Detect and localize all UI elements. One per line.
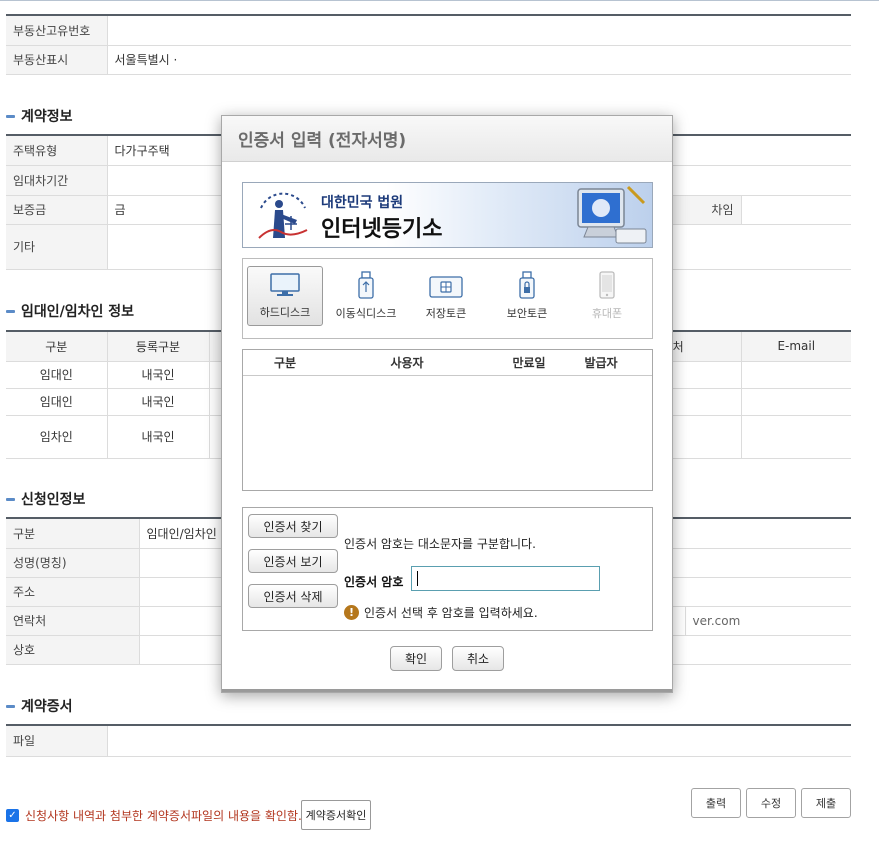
cert-col-user: 사용자 (390, 356, 424, 370)
text-caret (417, 571, 418, 586)
file-label: 파일 (6, 725, 108, 757)
rent-value (741, 195, 851, 225)
section-marker (6, 497, 15, 501)
cert-col-issuer: 발급자 (584, 356, 618, 370)
cert-col-type: 구분 (273, 356, 297, 370)
media-hard-disk[interactable]: 하드디스크 (247, 266, 323, 326)
computer-illustration-icon (577, 185, 647, 244)
court-banner: 대한민국 법원 인터넷등기소 (242, 182, 653, 248)
media-label: 저장토큰 (425, 307, 467, 320)
section-title-applicant: 신청인정보 (6, 489, 85, 509)
contract-doc-table: 파일 (6, 724, 851, 757)
unique-no-label: 부동산고유번호 (6, 15, 108, 46)
property-display-label: 부동산표시 (6, 45, 108, 75)
section-marker (6, 114, 15, 118)
password-warning: ! 인증서 선택 후 암호를 입력하세요. (344, 604, 538, 621)
etc-label: 기타 (6, 224, 108, 270)
section-title-parties: 임대인/임차인 정보 (6, 301, 134, 321)
case-sensitivity-note: 인증서 암호는 대소문자를 구분합니다. (344, 537, 536, 551)
cancel-button[interactable]: 취소 (452, 646, 504, 671)
storage-media-selector: 하드디스크 이동식디스크 저장토큰 보안토큰 휴대폰 (242, 258, 653, 339)
print-button[interactable]: 출력 (691, 788, 741, 818)
media-storage-token[interactable]: 저장토큰 (408, 266, 484, 326)
banner-line2: 인터넷등기소 (321, 217, 443, 242)
col-email: E-mail (741, 331, 851, 362)
find-certificate-button[interactable]: 인증서 찾기 (248, 514, 338, 538)
security-token-icon (519, 271, 535, 299)
warning-icon: ! (344, 605, 359, 620)
certificate-dialog: 인증서 입력 (전자서명) 대한민국 법원 인터넷등기소 하드디스크 이동식디스… (221, 115, 673, 693)
party-reg: 내국인 (107, 415, 210, 459)
view-certificate-button[interactable]: 인증서 보기 (248, 549, 338, 573)
file-value[interactable] (107, 725, 851, 757)
applicant-company-label: 상호 (6, 635, 140, 665)
banner-line1: 대한민국 법원 (321, 195, 404, 211)
party-type: 임차인 (6, 415, 108, 459)
usb-drive-icon (358, 271, 374, 299)
mobile-phone-icon (599, 271, 615, 299)
applicant-address-label: 주소 (6, 577, 140, 607)
party-type: 임대인 (6, 388, 108, 416)
agree-row: ✓ 신청사항 내역과 첨부한 계약증서파일의 내용을 확인함. (6, 807, 302, 824)
media-label: 하드디스크 (259, 306, 311, 319)
confirm-contract-doc-button[interactable]: 계약증서확인 (301, 800, 371, 830)
certificate-list-header: 구분 사용자 만료일 발급자 (243, 350, 652, 376)
col-reg: 등록구분 (107, 331, 210, 362)
period-label: 임대차기간 (6, 165, 108, 196)
section-marker (6, 704, 15, 708)
submit-button[interactable]: 제출 (801, 788, 851, 818)
section-title-contract: 계약정보 (6, 106, 73, 126)
party-reg: 내국인 (107, 388, 210, 416)
agree-checkbox[interactable]: ✓ (6, 809, 19, 822)
party-reg: 내국인 (107, 361, 210, 389)
warning-text: 인증서 선택 후 암호를 입력하세요. (364, 606, 538, 620)
delete-certificate-button[interactable]: 인증서 삭제 (248, 584, 338, 608)
top-divider (0, 0, 879, 1)
applicant-contact-label: 연락처 (6, 606, 140, 636)
property-display-value: 서울특별시 · (107, 45, 851, 75)
house-type-label: 주택유형 (6, 135, 108, 166)
certificate-list[interactable]: 구분 사용자 만료일 발급자 (242, 349, 653, 491)
applicant-type-label: 구분 (6, 518, 140, 549)
party-type: 임대인 (6, 361, 108, 389)
dialog-bottom-border (222, 689, 672, 692)
media-label: 이동식디스크 (335, 307, 397, 320)
certificate-password-input[interactable] (411, 566, 600, 591)
applicant-email-value: ver.com (685, 606, 851, 636)
media-label: 보안토큰 (506, 307, 548, 320)
media-removable-disk[interactable]: 이동식디스크 (328, 266, 404, 326)
applicant-name-label: 성명(명칭) (6, 548, 140, 578)
col-type: 구분 (6, 331, 108, 362)
section-title-contract-doc: 계약증서 (6, 696, 73, 716)
court-emblem-icon (258, 192, 308, 239)
unique-no-value (107, 15, 851, 46)
cert-col-expiry: 만료일 (512, 356, 546, 370)
property-table: 부동산고유번호 부동산표시 서울특별시 · (6, 14, 851, 75)
deposit-label: 보증금 (6, 195, 108, 225)
agree-text: 신청사항 내역과 첨부한 계약증서파일의 내용을 확인함. (25, 809, 302, 823)
section-marker (6, 309, 15, 313)
media-mobile-phone[interactable]: 휴대폰 (569, 266, 645, 326)
dialog-title: 인증서 입력 (전자서명) (222, 116, 672, 162)
monitor-icon (270, 273, 300, 296)
edit-button[interactable]: 수정 (746, 788, 796, 818)
certificate-controls: 인증서 찾기 인증서 보기 인증서 삭제 인증서 암호는 대소문자를 구분합니다… (242, 507, 653, 631)
smart-card-icon (429, 276, 463, 298)
ok-button[interactable]: 확인 (390, 646, 442, 671)
media-label: 휴대폰 (591, 307, 623, 320)
password-label: 인증서 암호 (344, 575, 404, 589)
media-security-token[interactable]: 보안토큰 (489, 266, 565, 326)
